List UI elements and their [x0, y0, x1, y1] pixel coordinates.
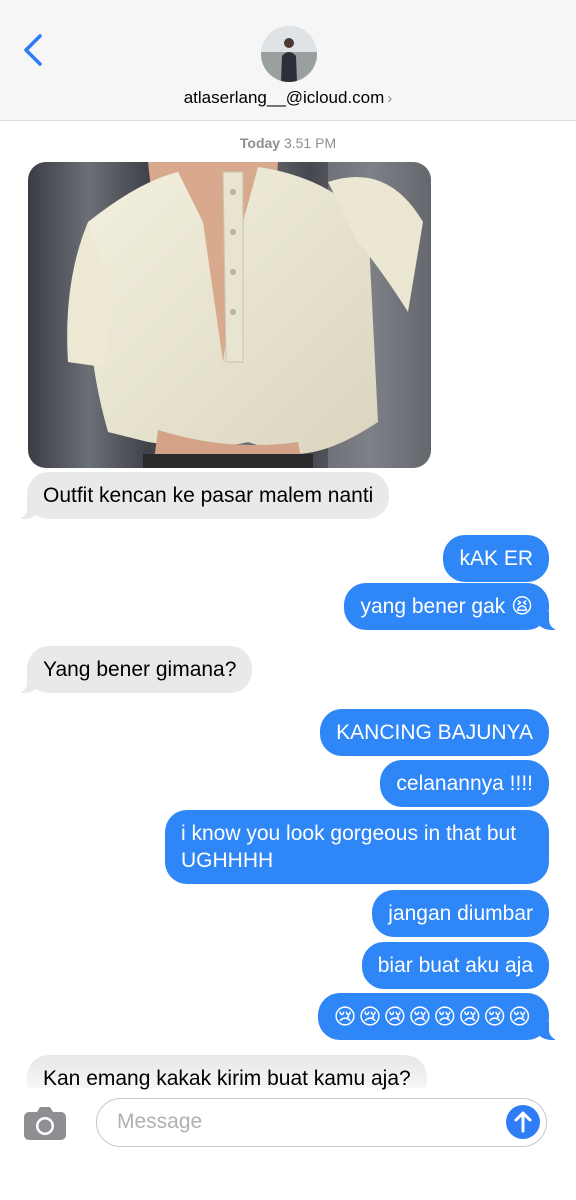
message-text: yang bener gak 😫	[360, 595, 533, 618]
message-text: Kan emang kakak kirim buat kamu aja?	[43, 1067, 411, 1090]
message-text: celanannya !!!!	[396, 772, 533, 795]
message-incoming[interactable]: Outfit kencan ke pasar malem nanti	[16, 472, 390, 519]
message-outgoing[interactable]: yang bener gak 😫	[344, 583, 559, 630]
message-outgoing[interactable]: biar buat aku aja	[361, 942, 549, 989]
message-text: Yang bener gimana?	[43, 658, 237, 681]
message-text: i know you look gorgeous in that but UGH…	[181, 822, 517, 872]
message-text: kAK ER	[459, 547, 533, 570]
contact-email: atlaserlang__@icloud.com	[183, 88, 385, 107]
timestamp-time: 3.51 PM	[283, 135, 337, 151]
message-incoming[interactable]: Yang bener gimana?	[16, 646, 253, 693]
message-text: biar buat aku aja	[377, 954, 533, 977]
message-outgoing[interactable]: kAK ER	[443, 535, 549, 582]
chevron-left-icon[interactable]	[16, 30, 52, 70]
message-text: KANCING BAJUNYA	[336, 721, 533, 744]
message-outgoing[interactable]: celanannya !!!!	[380, 760, 549, 807]
avatar[interactable]	[261, 26, 317, 82]
timestamp: Today 3.51 PM	[0, 135, 576, 151]
chevron-right-icon: ›	[387, 90, 393, 107]
message-placeholder: Message	[117, 1110, 203, 1133]
message-outgoing[interactable]: KANCING BAJUNYA	[320, 709, 549, 756]
message-outgoing[interactable]: i know you look gorgeous in that but UGH…	[165, 810, 549, 884]
messages-screen: atlaserlang__@icloud.com› Today 3.51 PM	[0, 0, 576, 1200]
arrow-up-icon	[514, 1111, 532, 1133]
message-text: Outfit kencan ke pasar malem nanti	[43, 484, 374, 507]
message-input[interactable]: Message	[96, 1098, 547, 1147]
message-text: 😢😢😢😢😢😢😢😢	[333, 1004, 533, 1029]
camera-icon[interactable]	[23, 1105, 67, 1141]
send-button[interactable]	[506, 1105, 540, 1139]
contact-name[interactable]: atlaserlang__@icloud.com ›	[0, 88, 576, 108]
message-text: jangan diumbar	[388, 902, 533, 925]
photo-attachment[interactable]	[28, 162, 431, 468]
message-outgoing[interactable]: jangan diumbar	[372, 890, 549, 937]
message-outgoing[interactable]: 😢😢😢😢😢😢😢😢	[317, 993, 560, 1040]
timestamp-day: Today	[239, 135, 281, 151]
conversation-header: atlaserlang__@icloud.com ›	[0, 0, 576, 121]
